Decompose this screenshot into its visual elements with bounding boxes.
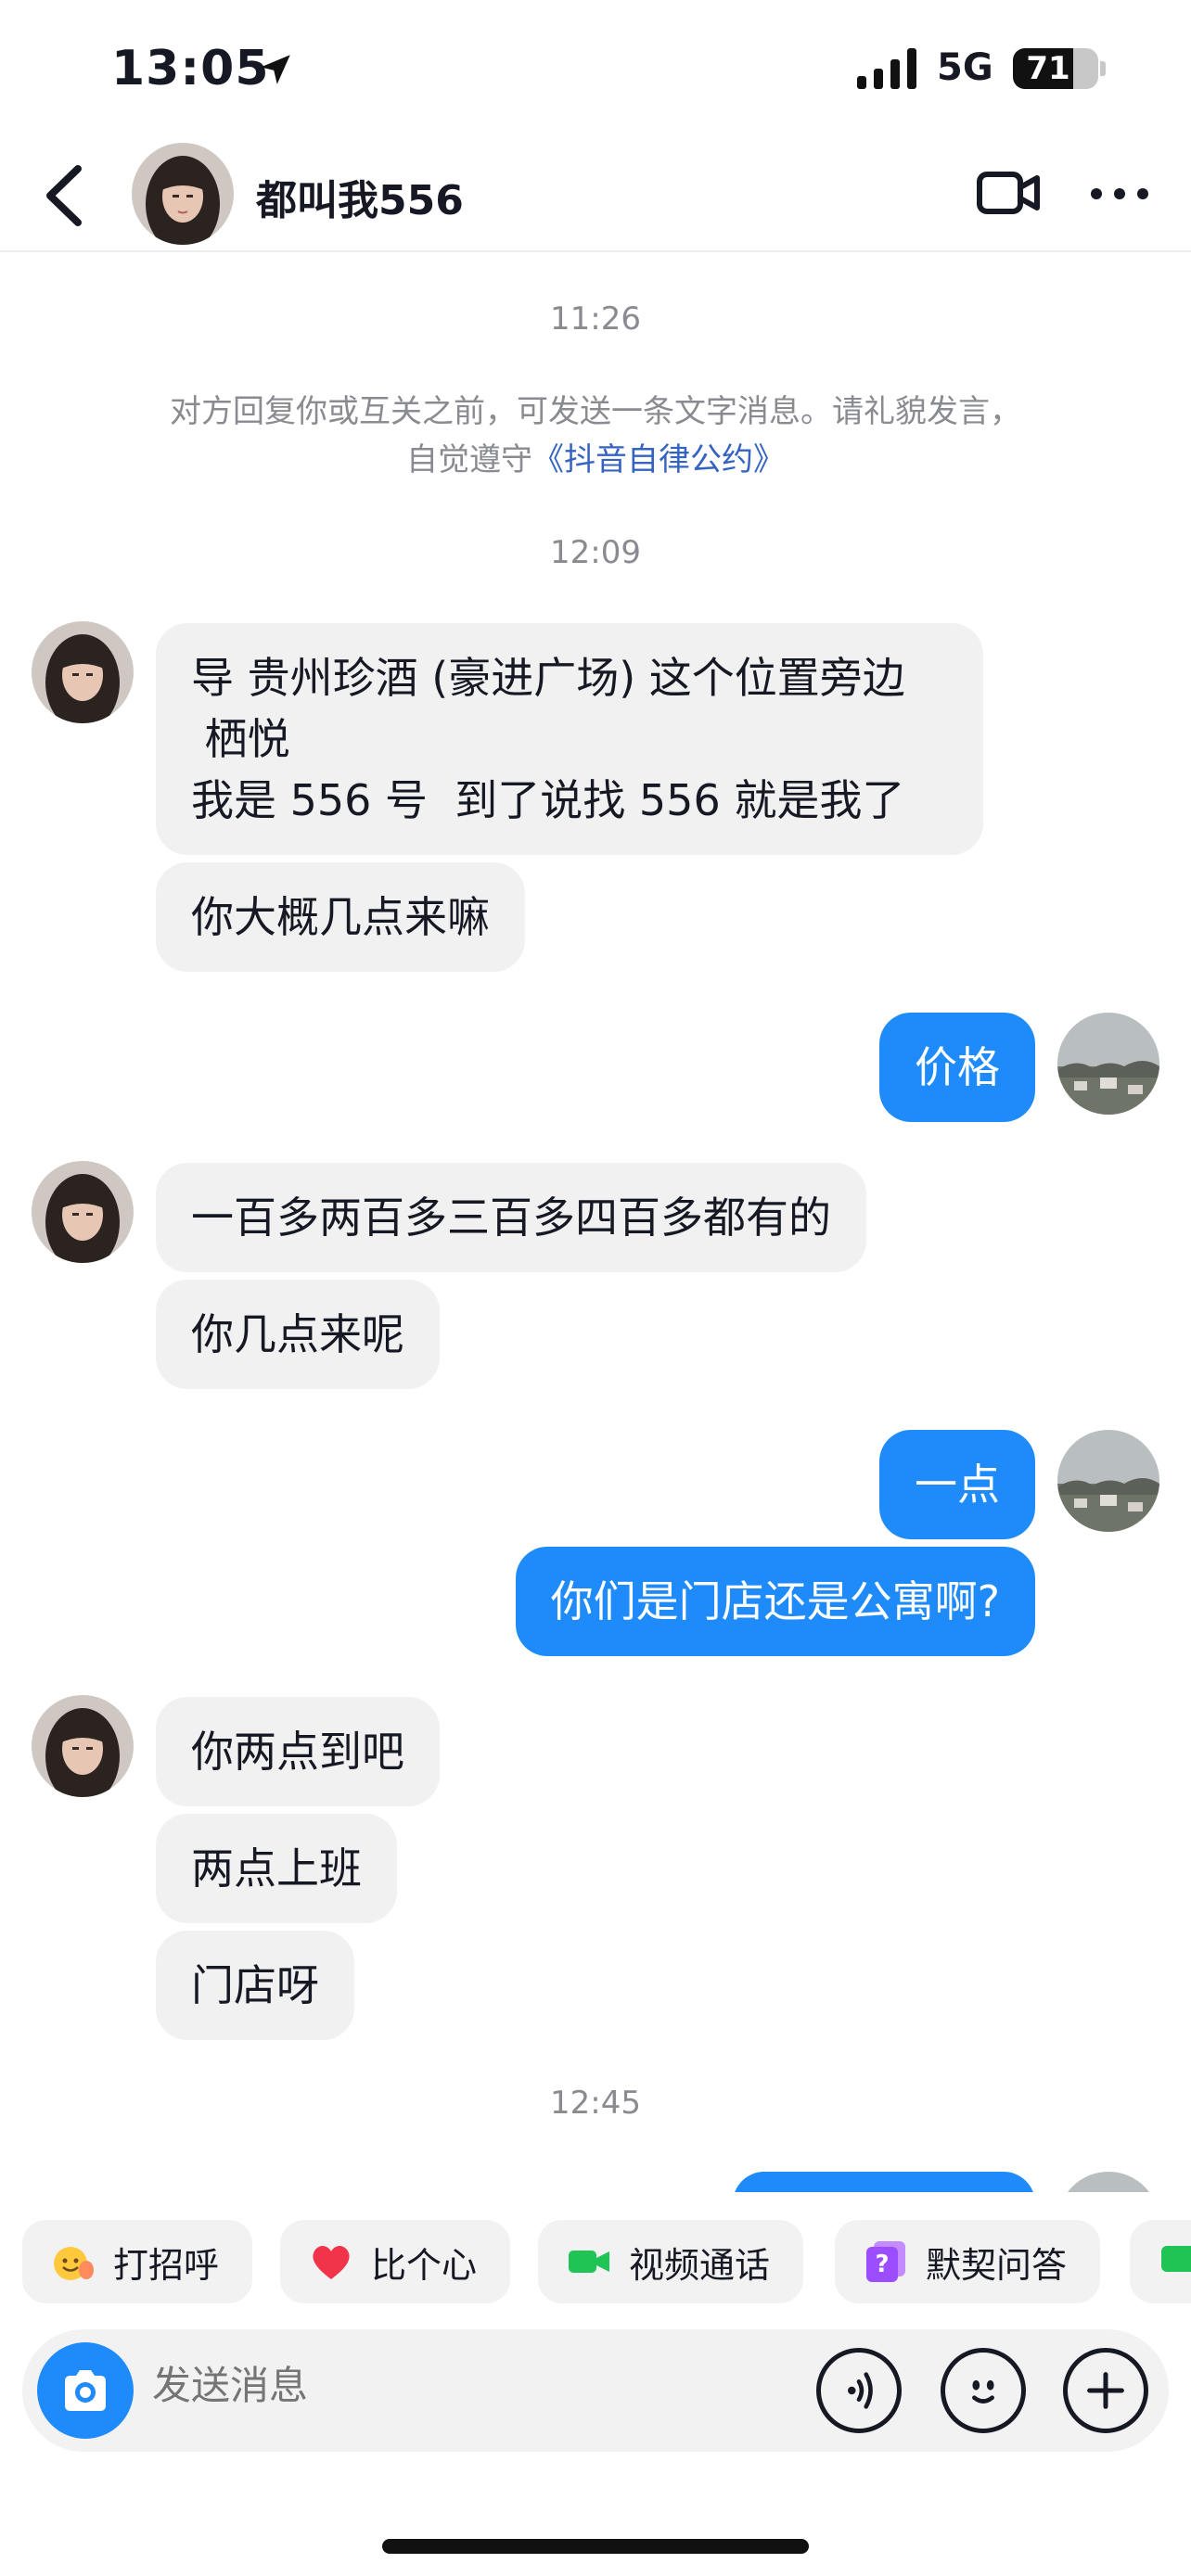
chip-label: 打招呼 (113, 2244, 220, 2286)
timestamp: 11:26 (550, 300, 641, 338)
video-call-chip[interactable]: 视频通话 (538, 2220, 804, 2303)
incoming-message[interactable]: 你大概几点来嘛 (156, 862, 525, 972)
back-arrow-icon[interactable] (41, 161, 87, 230)
chip-label: 视频通话 (629, 2244, 771, 2286)
chip-label: 比个心 (371, 2244, 478, 2286)
contact-avatar-small[interactable] (32, 621, 134, 723)
outgoing-message[interactable]: 价格 (879, 1013, 1035, 1122)
signal-icon (857, 48, 916, 89)
wave-emoji-icon (54, 2247, 94, 2280)
quick-actions-bar: 打招呼 比个心 视频通话 ? 默契问答 (0, 2205, 1191, 2315)
chat-header: 都叫我556 (0, 139, 1191, 252)
timestamp: 12:09 (550, 534, 641, 571)
plus-icon (1087, 2372, 1124, 2409)
battery-icon: 71 (1013, 48, 1098, 89)
chip-label: 默契问答 (926, 2244, 1068, 2286)
incoming-message[interactable]: 你几点来呢 (156, 1280, 440, 1389)
add-more-button[interactable] (1063, 2348, 1148, 2433)
incoming-message[interactable]: 一百多两百多三百多四百多都有的 (156, 1163, 866, 1272)
location-arrow-icon (261, 55, 290, 84)
quiz-chip[interactable]: ? 默契问答 (835, 2220, 1101, 2303)
status-bar: 13:05 5G 71 (0, 0, 1191, 139)
contact-avatar-small[interactable] (32, 1161, 134, 1263)
incoming-message[interactable]: 导 贵州珍酒 (豪进广场) 这个位置旁边 栖悦 我是 556 号 到了说找 55… (156, 623, 983, 855)
question-card-icon: ? (866, 2241, 905, 2282)
my-avatar-partial (1057, 2172, 1159, 2192)
notice-line-2: 自觉遵守《抖音自律公约》 (83, 436, 1108, 484)
battery-percent: 71 (1026, 50, 1070, 87)
voice-wave-icon (848, 2372, 873, 2409)
outgoing-message-partial (733, 2172, 1035, 2192)
network-type: 5G (937, 46, 993, 89)
battery-cap (1100, 61, 1106, 76)
chat-bubble-icon (1161, 2246, 1191, 2272)
incoming-message[interactable]: 门店呀 (156, 1931, 354, 2040)
heart-icon (313, 2245, 350, 2279)
privacy-notice: 对方回复你或互关之前，可发送一条文字消息。请礼貌发言， 自觉遵守《抖音自律公约》 (83, 388, 1108, 484)
outgoing-message[interactable]: 你们是门店还是公寓啊? (515, 1547, 1035, 1656)
emoji-face-icon (972, 2379, 994, 2404)
camera-button[interactable] (37, 2342, 134, 2439)
home-indicator[interactable] (382, 2539, 809, 2554)
video-camera-icon (569, 2251, 609, 2273)
message-input-bar (22, 2329, 1169, 2452)
voice-button[interactable] (816, 2348, 902, 2433)
convention-link[interactable]: 《抖音自律公约》 (532, 441, 785, 478)
notice-prefix: 自觉遵守 (406, 441, 532, 478)
camera-icon (65, 2370, 106, 2411)
send-heart-chip[interactable]: 比个心 (280, 2220, 511, 2303)
contact-avatar[interactable] (132, 143, 234, 245)
message-input[interactable] (152, 2363, 709, 2408)
incoming-message[interactable]: 你两点到吧 (156, 1697, 440, 1806)
my-avatar[interactable] (1057, 1013, 1159, 1115)
contact-name[interactable]: 都叫我556 (256, 167, 464, 226)
incoming-message[interactable]: 两点上班 (156, 1814, 397, 1923)
clipped-next-message (0, 2161, 1191, 2192)
video-call-icon[interactable] (976, 165, 1043, 221)
notice-line-1: 对方回复你或互关之前，可发送一条文字消息。请礼貌发言， (170, 393, 1021, 430)
outgoing-message[interactable]: 一点 (879, 1430, 1035, 1539)
more-options-icon[interactable] (1087, 180, 1152, 208)
status-time: 13:05 (111, 41, 270, 96)
wave-hello-chip[interactable]: 打招呼 (22, 2220, 253, 2303)
more-chip-partial[interactable] (1130, 2220, 1191, 2303)
my-avatar[interactable] (1057, 1430, 1159, 1532)
contact-avatar-small[interactable] (32, 1695, 134, 1797)
emoji-button[interactable] (941, 2348, 1026, 2433)
timestamp: 12:45 (550, 2085, 641, 2122)
svg-text:?: ? (875, 2251, 889, 2278)
